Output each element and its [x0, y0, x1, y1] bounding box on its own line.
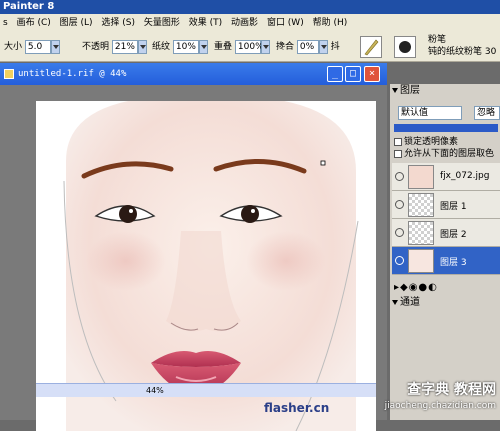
menu-bar: s 画布 (C) 图层 (L) 选择 (S) 矢量图形 效果 (T) 动画影 窗…	[0, 14, 500, 32]
menu-item-s[interactable]: s	[0, 18, 11, 28]
blend-dropdown-icon[interactable]	[318, 40, 328, 54]
menu-item-help[interactable]: 帮助 (H)	[310, 18, 351, 28]
menu-item-vector[interactable]: 矢量图形	[141, 18, 183, 28]
size-input[interactable]: 5.0	[24, 40, 51, 54]
layer-row[interactable]: fjx_072.jpg	[392, 163, 500, 191]
horizontal-scrollbar[interactable]: 44%	[36, 383, 376, 397]
layer-name: 图层 2	[440, 230, 467, 240]
eye-icon[interactable]	[395, 228, 404, 237]
site-watermark-url: jiaocheng.chazidian.com	[384, 401, 496, 411]
zoom-readout: 44%	[146, 386, 164, 395]
layer-name: fjx_072.jpg	[440, 171, 490, 181]
menu-item-layers[interactable]: 图层 (L)	[57, 18, 96, 28]
menu-item-window[interactable]: 窗口 (W)	[264, 18, 307, 28]
layer-thumbnail	[408, 221, 434, 245]
brush-name: 粉笔	[428, 35, 447, 45]
blend-input[interactable]: 0%	[296, 40, 319, 54]
opacity-dropdown-icon[interactable]	[137, 40, 147, 54]
ignore-select[interactable]: 忽略	[474, 106, 500, 120]
layer-toolbar-icons[interactable]: ▸◆◉●◐	[394, 282, 438, 293]
minimize-icon[interactable]: _	[327, 66, 343, 82]
overlap-input[interactable]: 100%	[234, 40, 264, 54]
layer-row-selected[interactable]: 图层 3	[392, 247, 500, 275]
lock-transparency-label: 锁定透明像素	[404, 137, 459, 147]
size-control: 大小 5.0	[4, 40, 60, 54]
opacity-slider[interactable]	[394, 124, 498, 132]
property-bar: 大小 5.0 不透明 21% 纸纹 10% 重叠 100% 搀合 0% 抖 粉笔…	[0, 32, 500, 62]
blend-control: 搀合 0% 抖	[276, 40, 340, 54]
eye-icon[interactable]	[395, 256, 404, 265]
brush-variant: 钝的纸纹粉笔 30	[428, 47, 497, 57]
layer-thumbnail	[408, 193, 434, 217]
menu-item-effects[interactable]: 效果 (T)	[186, 18, 225, 28]
channels-title: 通道	[400, 297, 420, 308]
menu-item-animation[interactable]: 动画影	[228, 18, 261, 28]
overlap-control: 重叠 100%	[214, 40, 270, 54]
grain-control: 纸纹 10%	[152, 40, 208, 54]
checkbox-icon[interactable]	[394, 149, 402, 158]
site-watermark: 查字典 教程网 jiaocheng.chazidian.com	[355, 382, 500, 420]
pick-up-underlying-checkbox[interactable]: 允许从下面的图层取色	[394, 148, 498, 160]
document-watermark: flasher.cn	[264, 401, 330, 415]
document-icon	[4, 69, 14, 79]
grain-dropdown-icon[interactable]	[198, 40, 208, 54]
opacity-label: 不透明	[82, 42, 110, 52]
composite-method-select[interactable]: 默认值	[398, 106, 462, 120]
app-title: Painter 8	[3, 1, 55, 12]
blend-label: 搀合	[276, 42, 295, 52]
layers-panel-title: 图层	[400, 85, 420, 96]
eye-icon[interactable]	[395, 172, 404, 181]
layer-thumbnail	[408, 165, 434, 189]
opacity-control: 不透明 21%	[82, 40, 147, 54]
layer-name: 图层 1	[440, 202, 467, 212]
layers-panel-header[interactable]: 图层	[390, 84, 500, 98]
eye-icon[interactable]	[395, 200, 404, 209]
brush-info: 粉笔 钝的纸纹粉笔 30	[428, 34, 496, 58]
painting-canvas[interactable]: flasher.cn	[36, 101, 376, 431]
layer-thumbnail	[408, 249, 434, 273]
app-titlebar: Painter 8	[0, 0, 500, 14]
menu-item-canvas[interactable]: 画布 (C)	[14, 18, 54, 28]
document-titlebar[interactable]: untitled-1.rif @ 44% _ □ ×	[0, 63, 387, 85]
face-painting	[36, 101, 376, 431]
checkbox-icon[interactable]	[394, 137, 402, 146]
brush-category-icon[interactable]	[360, 36, 382, 58]
channels-panel-header[interactable]: 通道	[390, 296, 500, 310]
document-window: untitled-1.rif @ 44% _ □ × flasher.cn 44…	[0, 63, 387, 431]
layer-row[interactable]: 图层 1	[392, 191, 500, 219]
overlap-label: 重叠	[214, 42, 233, 52]
grain-input[interactable]: 10%	[172, 40, 199, 54]
lock-transparency-checkbox[interactable]: 锁定透明像素	[394, 136, 498, 148]
layer-row[interactable]: 图层 2	[392, 219, 500, 247]
grain-label: 纸纹	[152, 42, 171, 52]
opacity-input[interactable]: 21%	[111, 40, 138, 54]
document-title: untitled-1.rif @ 44%	[18, 69, 127, 79]
overlap-dropdown-icon[interactable]	[260, 40, 270, 54]
layers-panel: 图层 默认值 忽略 锁定透明像素 允许从下面的图层取色 fjx_072.jpg …	[390, 84, 500, 420]
size-label: 大小	[4, 42, 23, 52]
site-watermark-cn: 查字典 教程网	[407, 382, 496, 398]
extra-label: 抖	[330, 42, 340, 52]
close-icon[interactable]: ×	[364, 66, 380, 82]
layer-name: 图层 3	[440, 258, 467, 268]
brush-dab-icon[interactable]	[394, 36, 416, 58]
size-dropdown-icon[interactable]	[50, 40, 60, 54]
maximize-icon[interactable]: □	[345, 66, 361, 82]
pick-up-underlying-label: 允许从下面的图层取色	[404, 149, 495, 159]
menu-item-select[interactable]: 选择 (S)	[98, 18, 138, 28]
